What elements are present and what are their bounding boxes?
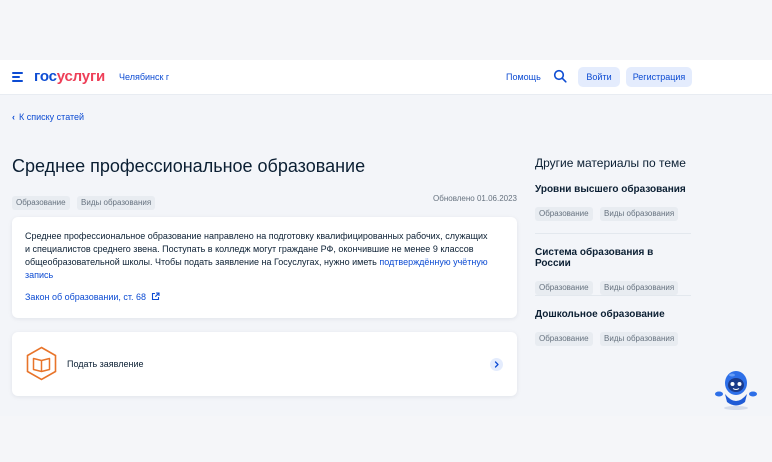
tag-education-types[interactable]: Виды образования xyxy=(600,281,679,295)
gosuslugi-logo[interactable]: госуслуги xyxy=(34,68,105,85)
register-button[interactable]: Регистрация xyxy=(626,67,692,87)
article-text-card: Среднее профессиональное образование нап… xyxy=(12,217,517,318)
related-item-title[interactable]: Уровни высшего образования xyxy=(535,184,691,195)
tag-education[interactable]: Образование xyxy=(535,281,593,295)
back-link-label: К списку статей xyxy=(19,112,85,122)
chevron-left-icon: ‹ xyxy=(12,112,15,122)
page-title: Среднее профессиональное образование xyxy=(12,156,366,176)
tag-education-types[interactable]: Виды образования xyxy=(600,207,679,221)
external-link-icon xyxy=(151,292,160,301)
related-item-title[interactable]: Система образования в России xyxy=(535,247,691,269)
top-background xyxy=(0,0,772,60)
tag-education-types[interactable]: Виды образования xyxy=(600,332,679,346)
logo-uslugi: услуги xyxy=(56,68,106,85)
chevron-right-icon xyxy=(490,358,503,371)
related-item[interactable]: Дошкольное образование Образование Виды … xyxy=(535,309,691,346)
login-button[interactable]: Войти xyxy=(578,67,620,87)
assistant-robot-icon[interactable] xyxy=(712,364,760,412)
related-materials-title: Другие материалы по теме xyxy=(535,156,686,170)
article-paragraph: Среднее профессиональное образование нап… xyxy=(25,230,495,282)
tag-education[interactable]: Образование xyxy=(535,207,593,221)
updated-date: Обновлено 01.06.2023 xyxy=(433,194,517,203)
site-header: госуслуги Челябинск г Помощь Войти Регис… xyxy=(0,60,772,95)
apply-label: Подать заявление xyxy=(67,359,144,369)
search-icon[interactable] xyxy=(553,69,567,83)
article-tags: Образование Виды образования xyxy=(12,192,158,210)
city-selector[interactable]: Челябинск г xyxy=(119,72,169,82)
law-link-label: Закон об образовании, ст. 68 xyxy=(25,292,147,302)
law-link[interactable]: Закон об образовании, ст. 68 xyxy=(25,292,160,302)
related-item-title[interactable]: Дошкольное образование xyxy=(535,309,691,320)
divider xyxy=(535,233,691,234)
tag-education[interactable]: Образование xyxy=(535,332,593,346)
logo-gos: гос xyxy=(34,68,57,85)
back-to-articles-link[interactable]: ‹ К списку статей xyxy=(12,112,84,122)
bottom-background xyxy=(0,416,772,462)
related-item[interactable]: Система образования в России Образование… xyxy=(535,247,691,295)
apply-card[interactable]: Подать заявление xyxy=(12,332,517,396)
divider xyxy=(535,295,691,296)
related-item[interactable]: Уровни высшего образования Образование В… xyxy=(535,184,691,221)
tag-education-types[interactable]: Виды образования xyxy=(77,196,156,210)
book-icon xyxy=(26,346,57,381)
tag-education[interactable]: Образование xyxy=(12,196,70,210)
help-link[interactable]: Помощь xyxy=(506,72,541,82)
burger-menu-icon[interactable] xyxy=(12,72,24,82)
